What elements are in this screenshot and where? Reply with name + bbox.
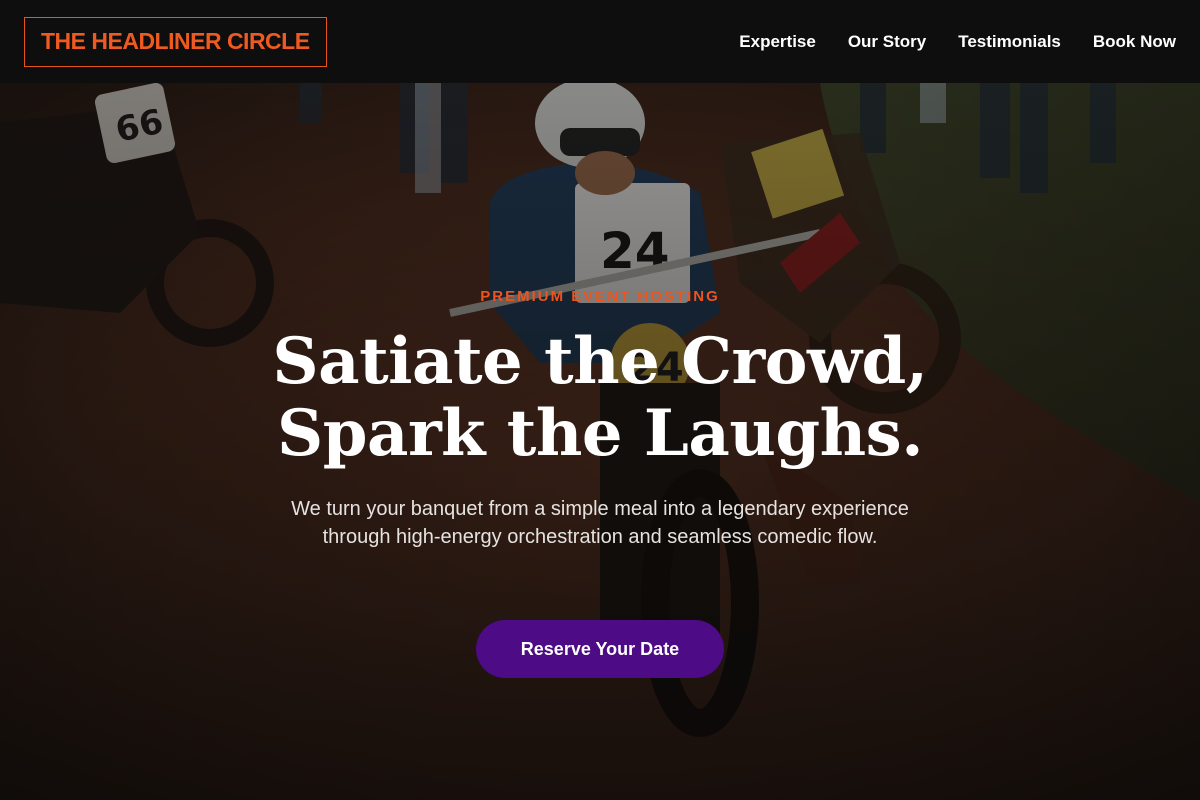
reserve-date-button[interactable]: Reserve Your Date — [476, 620, 724, 678]
hero-subtext: We turn your banquet from a simple meal … — [291, 498, 909, 548]
hero-eyebrow: PREMIUM EVENT HOSTING — [480, 288, 720, 305]
nav-link-book-now[interactable]: Book Now — [1093, 32, 1176, 52]
hero-content: PREMIUM EVENT HOSTING Satiate the Crowd,… — [0, 83, 1200, 800]
hero-section: 66 24 24 — [0, 83, 1200, 800]
landing-page: THE HEADLINER CIRCLE Expertise Our Story… — [0, 0, 1200, 800]
main-nav: Expertise Our Story Testimonials Book No… — [739, 32, 1176, 52]
hero-headline: Satiate the Crowd, Spark the Laughs. — [0, 326, 1200, 470]
nav-link-our-story[interactable]: Our Story — [848, 32, 926, 52]
hero-headline-line-2: Spark the Laughs. — [277, 396, 923, 471]
site-header: THE HEADLINER CIRCLE Expertise Our Story… — [0, 0, 1200, 83]
site-logo[interactable]: THE HEADLINER CIRCLE — [24, 16, 327, 67]
nav-link-testimonials[interactable]: Testimonials — [958, 32, 1061, 52]
nav-link-expertise[interactable]: Expertise — [739, 32, 816, 52]
hero-headline-line-1: Satiate the Crowd, — [272, 324, 928, 399]
